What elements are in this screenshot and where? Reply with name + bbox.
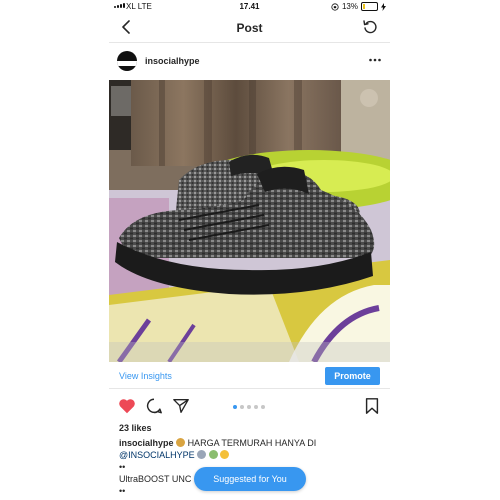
- suggested-for-you-button[interactable]: Suggested for You: [194, 467, 306, 491]
- orientation-lock-icon: [331, 2, 339, 11]
- heart-eyes-emoji-icon: [220, 450, 230, 459]
- money-bag-emoji-icon: [176, 438, 186, 447]
- insights-bar: View Insights Promote: [109, 364, 390, 389]
- carousel-dot: [233, 405, 237, 409]
- caption-username[interactable]: insocialhype: [119, 438, 174, 448]
- battery-percent: 13%: [341, 2, 358, 11]
- caption-mention[interactable]: @INSOCIALHYPE: [119, 450, 195, 460]
- carousel-dot: [261, 405, 265, 409]
- post-image[interactable]: [109, 80, 390, 362]
- bookmark-icon[interactable]: [363, 397, 381, 415]
- top-nav-bar: Post: [109, 14, 390, 43]
- carousel-dot: [247, 405, 251, 409]
- battery-icon: [361, 2, 378, 11]
- carousel-dot: [254, 405, 258, 409]
- rocket-emoji-icon: [197, 450, 207, 459]
- comment-icon[interactable]: [145, 397, 163, 415]
- avatar[interactable]: [117, 51, 137, 71]
- action-bar: [109, 395, 390, 417]
- status-bar: XL LTE 17.41 13%: [109, 0, 390, 14]
- promote-button[interactable]: Promote: [325, 367, 380, 385]
- post-username[interactable]: insocialhype: [145, 56, 200, 66]
- more-horizontal-icon[interactable]: [368, 56, 382, 64]
- carousel-dot: [240, 405, 244, 409]
- share-icon[interactable]: [172, 397, 190, 415]
- refresh-icon[interactable]: [362, 19, 378, 35]
- carousel-indicator: [233, 405, 265, 409]
- view-insights-link[interactable]: View Insights: [119, 371, 172, 381]
- heart-icon[interactable]: [118, 397, 136, 415]
- page-title: Post: [236, 21, 263, 35]
- caption-line1: HARGA TERMURAH HANYA DI: [187, 438, 317, 448]
- money-wings-emoji-icon: [208, 450, 218, 459]
- charging-icon: [381, 2, 386, 11]
- instagram-post-screen: XL LTE 17.41 13% Post insocialhype View …: [109, 0, 390, 500]
- likes-count[interactable]: 23 likes: [119, 423, 152, 433]
- post-header: insocialhype: [109, 48, 390, 76]
